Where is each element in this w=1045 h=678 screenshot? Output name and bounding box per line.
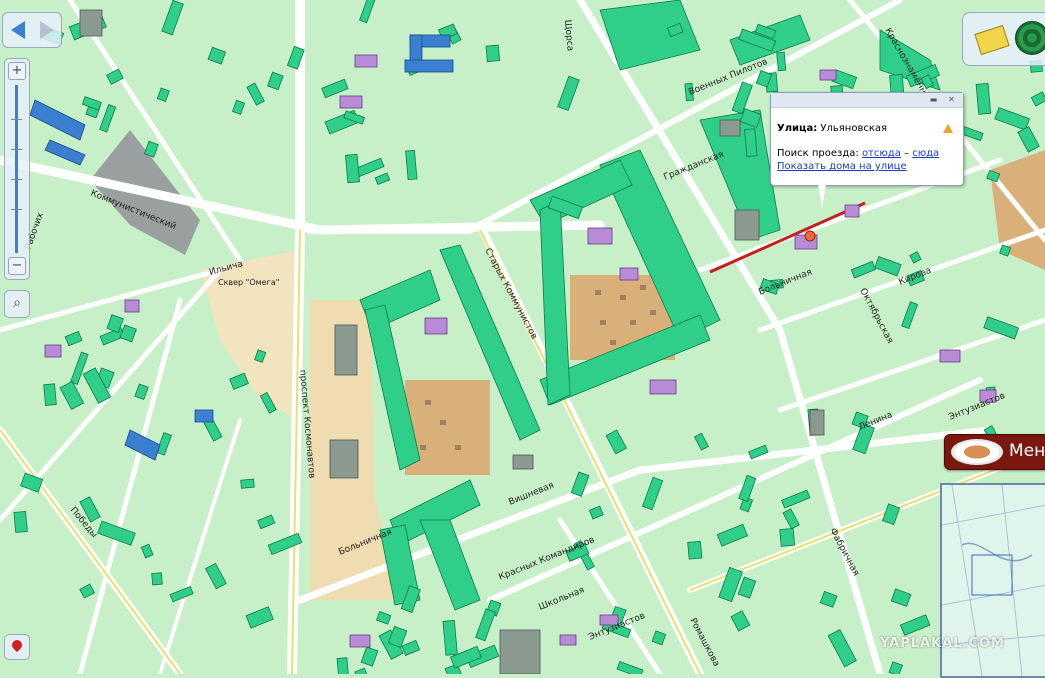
street-value: Ульяновская (820, 123, 888, 134)
map-navigation (2, 12, 62, 48)
building[interactable] (975, 82, 992, 115)
building[interactable] (151, 572, 163, 586)
zoom-control: + − (4, 58, 30, 280)
food-dish-icon (951, 439, 1003, 465)
building[interactable] (687, 540, 703, 560)
building[interactable] (345, 153, 360, 184)
zoom-out-button[interactable]: − (8, 257, 26, 275)
svg-text:Сквер "Омега": Сквер "Омега" (218, 278, 279, 287)
building[interactable] (744, 128, 758, 157)
location-pin-icon (9, 637, 25, 653)
building[interactable] (776, 51, 787, 72)
arrow-left-icon[interactable] (10, 21, 25, 39)
zoom-slider-track[interactable] (15, 85, 18, 253)
route-label: Поиск проезда: (777, 148, 859, 159)
magnifier-icon[interactable]: ⌕ (4, 290, 30, 318)
close-icon[interactable]: ✕ (947, 95, 956, 104)
arrow-right-icon[interactable] (39, 21, 54, 39)
building[interactable] (779, 528, 796, 547)
building[interactable] (43, 383, 57, 406)
route-from-link[interactable]: отсюда (862, 148, 901, 159)
building[interactable] (240, 478, 255, 489)
map-tools (962, 12, 1045, 66)
location-pin-button[interactable] (4, 634, 30, 660)
popup-pointer (818, 184, 826, 208)
street-label: Улица: (777, 123, 818, 134)
zoom-tick (11, 149, 22, 150)
show-houses-link[interactable]: Показать дома на улице (777, 161, 907, 172)
popup-street-row: Улица: Ульяновская (777, 123, 887, 134)
street-info-popup: ▬ ✕ Улица: Ульяновская Поиск проезда: от… (770, 92, 964, 186)
ruler-icon[interactable] (974, 24, 1010, 56)
route-dash: – (904, 148, 910, 159)
warning-icon[interactable] (943, 124, 953, 133)
show-houses-row: Показать дома на улице (777, 161, 907, 172)
route-to-link[interactable]: сюда (912, 148, 939, 159)
building[interactable] (13, 510, 28, 533)
minimize-button[interactable]: ▬ (929, 95, 938, 104)
zoom-in-button[interactable]: + (8, 62, 26, 80)
watermark: YAPLAKAL.COM (880, 636, 1005, 651)
popup-titlebar: ▬ ✕ (771, 93, 963, 108)
zoom-tick (11, 119, 22, 120)
radar-icon[interactable] (1015, 21, 1045, 55)
zoom-tick (11, 209, 22, 210)
route-search-row: Поиск проезда: отсюда – сюда (777, 148, 939, 159)
building[interactable] (485, 44, 501, 63)
building[interactable] (442, 619, 458, 656)
menu-label: Меню (1009, 441, 1045, 461)
zoom-tick (11, 179, 22, 180)
menu-button[interactable]: Меню (944, 434, 1045, 470)
